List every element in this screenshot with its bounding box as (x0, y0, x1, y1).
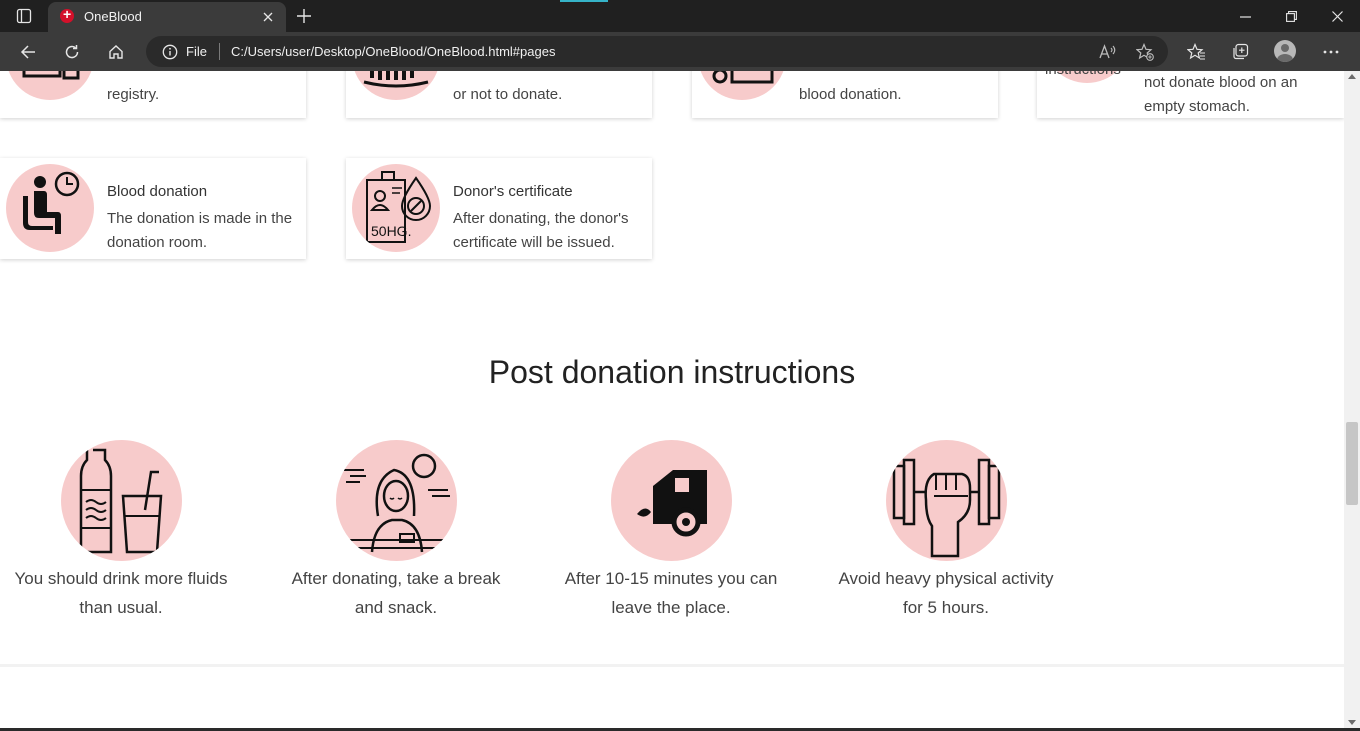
home-icon (109, 45, 123, 59)
step-title-partial: instructions (1045, 71, 1121, 78)
step-text: The donation is made in the donation roo… (107, 210, 293, 251)
collections-icon (1233, 43, 1249, 60)
home-button[interactable] (102, 38, 130, 66)
post-item-text: Avoid heavy physical activity for 5 hour… (838, 569, 1054, 617)
minimize-icon (1239, 15, 1251, 18)
step-text: After donating, the donor's certificate … (453, 210, 629, 251)
step-card-blood-donation-info: blood donation. (692, 71, 998, 118)
profile-avatar[interactable] (1274, 40, 1296, 62)
add-favorite-button[interactable] (1133, 40, 1157, 64)
address-bar[interactable]: File C:/Users/user/Desktop/OneBlood/OneB… (146, 36, 1168, 67)
tab-actions-icon (16, 8, 32, 24)
section-divider (0, 664, 1344, 667)
favorites-icon (1187, 43, 1205, 60)
step-card-instructions: instructions not donate blood on an empt… (1037, 71, 1344, 118)
star-add-icon (1136, 43, 1154, 61)
step-card-registry: registry. (0, 71, 306, 118)
post-item-leave-place: After 10-15 minutes you can leave the pl… (556, 440, 786, 622)
step-card-donor-certificate: 50HG. Donor's certificate After donating… (346, 158, 652, 259)
water-bottle-glass-icon (60, 440, 182, 561)
address-scheme-label: File (186, 44, 207, 59)
scroll-up-arrow-icon[interactable] (1348, 74, 1356, 79)
seated-donor-clock-icon (6, 164, 94, 252)
tab-title: OneBlood (84, 9, 142, 24)
read-aloud-icon (1099, 44, 1116, 59)
more-dots-icon (1323, 50, 1339, 54)
registry-laptop-icon (6, 71, 94, 100)
dumbbell-fist-icon (885, 440, 1007, 561)
restore-icon (1285, 10, 1297, 22)
step-text: or not to donate. (453, 86, 563, 103)
step-card-decision: or not to donate. (346, 71, 652, 118)
back-arrow-icon (20, 45, 35, 59)
page-viewport: registry. or not to donate. blood donati… (0, 71, 1344, 728)
close-window-button[interactable] (1317, 4, 1357, 28)
step-title: Donor's certificate (453, 183, 573, 200)
refresh-icon (65, 45, 79, 59)
close-icon (263, 12, 273, 22)
refresh-button[interactable] (58, 38, 86, 66)
tab-actions-button[interactable] (10, 5, 38, 27)
car-leaving-icon (610, 440, 732, 561)
certificate-label: 50HG. (371, 223, 412, 239)
post-item-text: You should drink more fluids than usual. (14, 569, 228, 617)
favorites-button[interactable] (1182, 38, 1210, 66)
collections-button[interactable] (1226, 38, 1254, 66)
post-item-text: After 10-15 minutes you can leave the pl… (564, 569, 778, 617)
browser-tab[interactable]: OneBlood (48, 2, 286, 32)
post-item-break-snack: After donating, take a break and snack. (281, 440, 511, 622)
scrollbar-thumb[interactable] (1346, 422, 1358, 505)
decision-form-icon (352, 71, 440, 100)
window-accent-line (560, 0, 608, 2)
post-donation-section-title: Post donation instructions (488, 354, 856, 390)
restore-button[interactable] (1271, 4, 1311, 28)
donation-info-icon (698, 71, 786, 100)
minimize-button[interactable] (1225, 4, 1265, 28)
step-text: not donate blood on an empty stomach. (1144, 74, 1298, 115)
post-item-text: After donating, take a break and snack. (291, 569, 501, 617)
address-separator (219, 43, 220, 60)
oneblood-favicon-icon (60, 6, 74, 23)
step-text: registry. (107, 86, 160, 103)
certificate-blood-drop-icon: 50HG. (352, 164, 440, 252)
info-icon[interactable] (162, 44, 178, 60)
back-button[interactable] (14, 38, 42, 66)
post-item-avoid-activity: Avoid heavy physical activity for 5 hour… (831, 440, 1061, 622)
post-item-drink-fluids: You should drink more fluids than usual. (6, 440, 236, 622)
new-tab-button[interactable] (292, 5, 316, 27)
browser-title-bar: OneBlood (0, 0, 1360, 32)
step-text: blood donation. (799, 86, 902, 103)
plus-icon (297, 9, 311, 23)
step-card-blood-donation: Blood donation The donation is made in t… (0, 158, 306, 259)
address-url[interactable]: C:/Users/user/Desktop/OneBlood/OneBlood.… (231, 44, 555, 59)
read-aloud-button[interactable] (1096, 40, 1120, 64)
browser-toolbar: File C:/Users/user/Desktop/OneBlood/OneB… (0, 32, 1360, 71)
scroll-down-arrow-icon[interactable] (1348, 720, 1356, 725)
vertical-scrollbar[interactable] (1344, 71, 1360, 728)
woman-relaxing-icon (335, 440, 457, 561)
close-icon (1331, 10, 1343, 22)
settings-menu-button[interactable] (1317, 38, 1345, 66)
step-title: Blood donation (107, 183, 208, 200)
tab-close-button[interactable] (258, 7, 278, 27)
